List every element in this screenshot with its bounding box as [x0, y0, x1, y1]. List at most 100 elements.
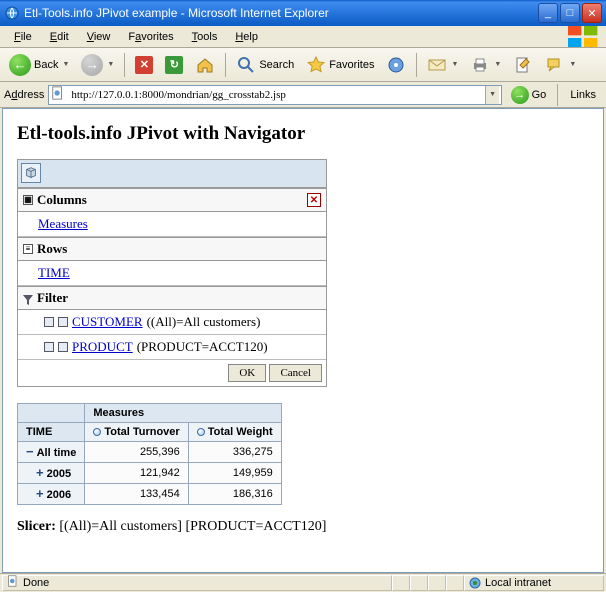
- columns-section-header: ▦ Columns ✕: [18, 188, 326, 212]
- search-button[interactable]: Search: [231, 52, 299, 78]
- chevron-down-icon: ▼: [494, 61, 501, 68]
- print-button[interactable]: ▼: [465, 52, 506, 78]
- menu-view[interactable]: View: [79, 29, 119, 45]
- zone-text: Local intranet: [485, 577, 551, 589]
- cancel-button[interactable]: Cancel: [269, 364, 322, 382]
- security-zone: Local intranet: [464, 575, 604, 591]
- menu-edit[interactable]: Edit: [42, 29, 77, 45]
- rows-time-row[interactable]: TIME: [18, 261, 326, 286]
- media-button[interactable]: [381, 52, 411, 78]
- mail-button[interactable]: ▼: [422, 52, 463, 78]
- filter-product-row[interactable]: PRODUCT (PRODUCT=ACCT120): [18, 335, 326, 360]
- table-row: +2006 133,454 186,316: [18, 484, 282, 505]
- page-content: Etl-tools.info JPivot with Navigator ▦ C…: [2, 108, 604, 573]
- address-dropdown[interactable]: ▼: [485, 86, 499, 104]
- columns-label: Columns: [37, 192, 87, 208]
- product-detail: (PRODUCT=ACCT120): [137, 339, 268, 355]
- home-button[interactable]: [190, 52, 220, 78]
- columns-measures-row[interactable]: Measures: [18, 212, 326, 237]
- sort-icon: [93, 428, 101, 436]
- move-row-icon[interactable]: [58, 317, 68, 327]
- links-button[interactable]: Links: [564, 89, 602, 101]
- chevron-down-icon: ▼: [107, 61, 114, 68]
- favorites-label: Favorites: [329, 59, 374, 71]
- navigator-toolbar: [18, 160, 326, 188]
- status-main: Done: [2, 575, 392, 591]
- pivot-table: Measures TIME Total Turnover Total Weigh…: [17, 403, 282, 505]
- table-row: −All time 255,396 336,275: [18, 442, 282, 463]
- page-heading: Etl-tools.info JPivot with Navigator: [17, 123, 589, 145]
- cube-icon[interactable]: [21, 163, 41, 183]
- menu-tools[interactable]: Tools: [184, 29, 226, 45]
- measures-header: Measures: [85, 404, 281, 423]
- toolbar: ← Back ▼ → ▼ ✕ ↻ Search Favorites: [0, 48, 606, 82]
- edit-icon: [513, 55, 533, 75]
- time-link[interactable]: TIME: [38, 265, 70, 281]
- ok-button[interactable]: OK: [228, 364, 266, 382]
- cell-value: 336,275: [188, 442, 281, 463]
- back-button[interactable]: ← Back ▼: [4, 52, 74, 78]
- sort-icon: [197, 428, 205, 436]
- filter-label: Filter: [37, 290, 68, 306]
- status-cell: [446, 575, 464, 591]
- go-button[interactable]: → Go: [506, 85, 552, 105]
- cell-value: 133,454: [85, 484, 188, 505]
- move-col-icon[interactable]: [44, 342, 54, 352]
- cell-value: 186,316: [188, 484, 281, 505]
- separator: [416, 53, 417, 77]
- separator: [557, 84, 558, 106]
- menu-favorites[interactable]: Favorites: [120, 29, 181, 45]
- chevron-down-icon: ▼: [451, 61, 458, 68]
- search-label: Search: [259, 59, 294, 71]
- url-input[interactable]: [69, 87, 480, 103]
- collapse-icon[interactable]: −: [26, 444, 34, 459]
- row-header-2006[interactable]: +2006: [18, 484, 85, 505]
- forward-icon: →: [81, 54, 103, 76]
- expand-icon[interactable]: +: [36, 486, 44, 501]
- minimize-button[interactable]: _: [538, 3, 558, 23]
- refresh-button[interactable]: ↻: [160, 52, 188, 78]
- menu-file[interactable]: File: [6, 29, 40, 45]
- star-icon: [306, 55, 326, 75]
- weight-header[interactable]: Total Weight: [188, 423, 281, 442]
- cell-value: 121,942: [85, 463, 188, 484]
- navigator-buttons: OK Cancel: [18, 360, 326, 386]
- filter-customer-row[interactable]: CUSTOMER ((All)=All customers): [18, 310, 326, 335]
- close-button[interactable]: ✕: [582, 3, 602, 23]
- print-icon: [470, 55, 490, 75]
- filter-section-header: Filter: [18, 286, 326, 310]
- row-header-2005[interactable]: +2005: [18, 463, 85, 484]
- status-bar: Done Local intranet: [0, 573, 606, 591]
- page-icon: [7, 575, 19, 590]
- slicer-text: Slicer: [(All)=All customers] [PRODUCT=A…: [17, 519, 589, 535]
- cell-value: 255,396: [85, 442, 188, 463]
- stop-button[interactable]: ✕: [130, 52, 158, 78]
- address-field[interactable]: ▼: [48, 85, 501, 105]
- time-header: TIME: [18, 423, 85, 442]
- measures-link[interactable]: Measures: [38, 216, 88, 232]
- rows-section-header: ≡ Rows: [18, 237, 326, 261]
- customer-detail: ((All)=All customers): [147, 314, 261, 330]
- turnover-header[interactable]: Total Turnover: [85, 423, 188, 442]
- chevron-down-icon: ▼: [569, 61, 576, 68]
- menu-help[interactable]: Help: [227, 29, 266, 45]
- move-row-icon[interactable]: [58, 342, 68, 352]
- search-icon: [236, 55, 256, 75]
- edit-button[interactable]: [508, 52, 538, 78]
- row-header-all[interactable]: −All time: [18, 442, 85, 463]
- product-link[interactable]: PRODUCT: [72, 339, 133, 355]
- mail-icon: [427, 55, 447, 75]
- favorites-button[interactable]: Favorites: [301, 52, 379, 78]
- forward-button[interactable]: → ▼: [76, 52, 119, 78]
- close-navigator-button[interactable]: ✕: [307, 193, 321, 207]
- customer-link[interactable]: CUSTOMER: [72, 314, 143, 330]
- discuss-button[interactable]: ▼: [540, 52, 581, 78]
- rows-icon: ≡: [23, 244, 33, 254]
- go-label: Go: [532, 89, 547, 101]
- expand-icon[interactable]: +: [36, 465, 44, 480]
- status-cell: [410, 575, 428, 591]
- maximize-button[interactable]: □: [560, 3, 580, 23]
- back-label: Back: [34, 59, 58, 71]
- address-label: Address: [4, 89, 44, 101]
- move-col-icon[interactable]: [44, 317, 54, 327]
